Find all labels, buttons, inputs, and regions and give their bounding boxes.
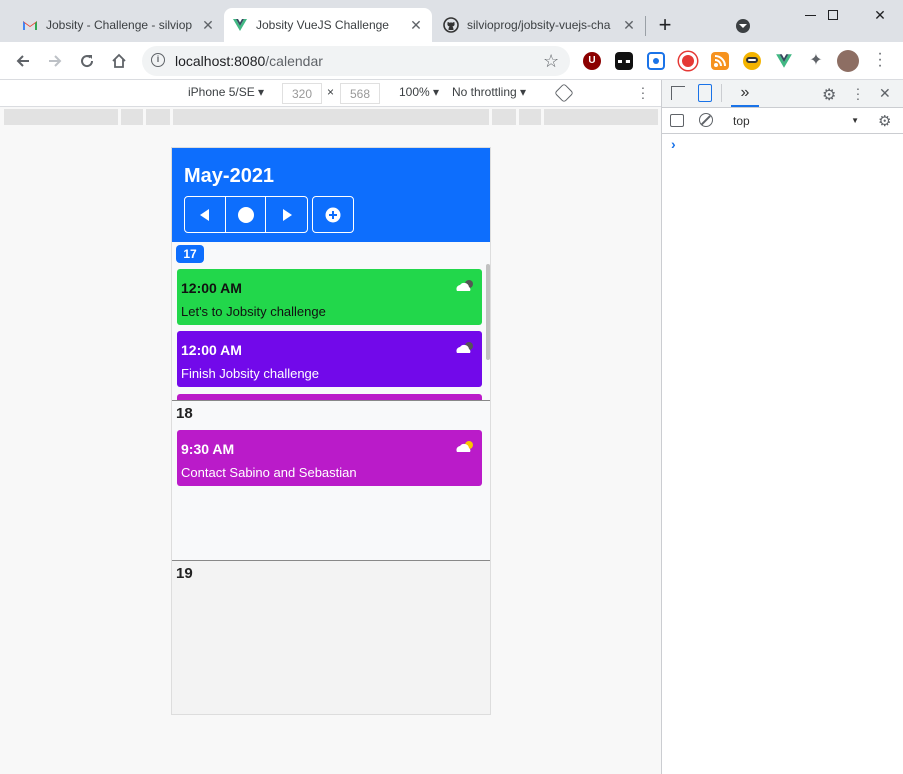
console-prompt-icon[interactable]: › (671, 136, 676, 152)
extensions-puzzle-icon[interactable]: ✦ (807, 52, 825, 70)
event-time: 12:00 AM (181, 280, 242, 296)
tab-github[interactable]: silvioprog/jobsity-vuejs-cha ✕ (435, 8, 645, 42)
day-scrollbar[interactable] (486, 264, 490, 360)
day-number-badge: 17 (176, 245, 204, 263)
devtools-settings-icon[interactable]: ⚙ (822, 85, 836, 105)
tab-vue-challenge[interactable]: Jobsity VueJS Challenge ✕ (224, 8, 432, 42)
bookmark-star-icon[interactable]: ☆ (543, 51, 559, 72)
context-select[interactable]: top ▼ (723, 112, 863, 130)
event-time: 12:00 AM (181, 342, 242, 358)
forward-icon[interactable] (44, 50, 66, 72)
chrome-menu-icon[interactable]: · · · (876, 46, 884, 74)
zoom-value: 100% (399, 85, 430, 99)
reminder-event[interactable]: 9:30 AM Contact Sabino and Sebastian (177, 430, 482, 486)
plus-circle-icon (325, 207, 341, 222)
throttling-value: No throttling (452, 85, 517, 99)
caret-left-icon (199, 208, 209, 221)
month-title: May-2021 (184, 165, 275, 187)
url-text[interactable]: localhost:8080/calendar (175, 53, 323, 69)
ruler-segment[interactable] (4, 109, 118, 125)
zoom-select[interactable]: 100% ▾ (399, 85, 439, 99)
clear-console-icon[interactable] (699, 113, 713, 127)
gmail-icon (23, 21, 37, 30)
ruler-segment[interactable] (173, 109, 489, 125)
device-name: iPhone 5/SE (188, 85, 255, 99)
tab-gmail[interactable]: Jobsity - Challenge - silviop ✕ (14, 8, 224, 42)
github-icon (443, 17, 459, 33)
record-icon[interactable] (679, 52, 697, 70)
devtools-divider (721, 84, 722, 102)
home-icon[interactable] (108, 50, 130, 72)
ruler-segment[interactable] (146, 109, 170, 125)
dimension-separator: × (327, 85, 335, 99)
owl-extension-icon[interactable] (743, 52, 761, 70)
day-cell-19[interactable]: 19 (172, 560, 490, 714)
inspect-element-icon[interactable] (671, 86, 685, 100)
close-tab-icon[interactable]: ✕ (621, 17, 637, 34)
devtools-close-icon[interactable]: ✕ (879, 85, 891, 102)
context-value: top (733, 114, 750, 128)
today-button[interactable] (226, 197, 267, 232)
circle-icon (237, 206, 254, 223)
reminder-event[interactable]: 12:00 AM Let's to Jobsity challenge (177, 269, 482, 325)
rss-icon[interactable] (711, 52, 729, 70)
next-month-button[interactable] (266, 197, 307, 232)
close-tab-icon[interactable]: ✕ (200, 17, 216, 34)
add-reminder-button[interactable] (312, 196, 354, 233)
tab-search-icon[interactable] (736, 19, 750, 33)
ruler-segment[interactable] (544, 109, 658, 125)
close-window-icon[interactable]: ✕ (857, 0, 903, 30)
console-settings-icon[interactable]: ⚙ (878, 112, 891, 130)
close-tab-icon[interactable]: ✕ (408, 17, 424, 34)
info-icon[interactable]: i (151, 53, 165, 67)
device-select[interactable]: iPhone 5/SE ▾ (188, 85, 264, 99)
event-time: 9:30 AM (181, 441, 235, 457)
ublock-icon[interactable]: U (583, 52, 601, 70)
calendar-header: May-2021 (172, 148, 490, 242)
tab-title: Jobsity - Challenge - silviop (46, 18, 193, 32)
prev-month-button[interactable] (185, 197, 226, 232)
tab-title: silvioprog/jobsity-vuejs-cha (467, 18, 611, 32)
phone-viewport: May-2021 17 12:00 AM Let's to Jobsity ch… (171, 147, 491, 715)
back-icon[interactable] (12, 50, 34, 72)
event-description: Contact Sabino and Sebastian (181, 465, 357, 480)
day-number: 19 (176, 565, 193, 582)
url-host: localhost:8080 (175, 53, 266, 69)
width-input[interactable]: 320 (282, 83, 322, 104)
new-tab-icon[interactable]: + (654, 14, 676, 36)
device-more-icon[interactable]: · · · (640, 80, 646, 104)
ruler-segment[interactable] (492, 109, 516, 125)
day-cell-17[interactable]: 17 12:00 AM Let's to Jobsity challenge 1… (172, 242, 490, 400)
day-cell-18[interactable]: 18 9:30 AM Contact Sabino and Sebastian (172, 400, 490, 560)
reminder-event[interactable]: 12:00 AM Finish Jobsity challenge (177, 331, 482, 387)
ruler-segment[interactable] (519, 109, 541, 125)
partly-sunny-icon (456, 441, 473, 452)
vue-icon (233, 19, 247, 31)
height-input[interactable]: 568 (340, 83, 380, 104)
reload-icon[interactable] (76, 50, 98, 72)
caret-right-icon (282, 208, 292, 221)
devtools-panel (661, 80, 903, 774)
url-path: /calendar (265, 53, 323, 69)
cloud-night-icon (456, 342, 473, 353)
event-description: Finish Jobsity challenge (181, 366, 320, 381)
avatar[interactable] (837, 50, 859, 72)
month-nav-group (184, 196, 308, 233)
sidebar-toggle-icon[interactable] (670, 114, 684, 127)
screencast-icon[interactable] (647, 52, 665, 70)
cloud-night-icon (456, 280, 473, 291)
device-toggle-icon[interactable] (698, 84, 712, 102)
more-tabs-icon[interactable]: » (731, 80, 759, 107)
day-number: 18 (176, 405, 193, 422)
tab-separator (645, 16, 646, 36)
throttling-select[interactable]: No throttling ▾ (452, 85, 526, 99)
ruler-segment[interactable] (121, 109, 143, 125)
tab-title: Jobsity VueJS Challenge (256, 18, 389, 32)
devtools-menu-icon[interactable]: · · · (855, 81, 861, 105)
vue-devtools-icon[interactable] (775, 52, 793, 70)
tampermonkey-icon[interactable] (615, 52, 633, 70)
maximize-icon[interactable] (810, 0, 856, 30)
event-description: Let's to Jobsity challenge (181, 304, 326, 319)
